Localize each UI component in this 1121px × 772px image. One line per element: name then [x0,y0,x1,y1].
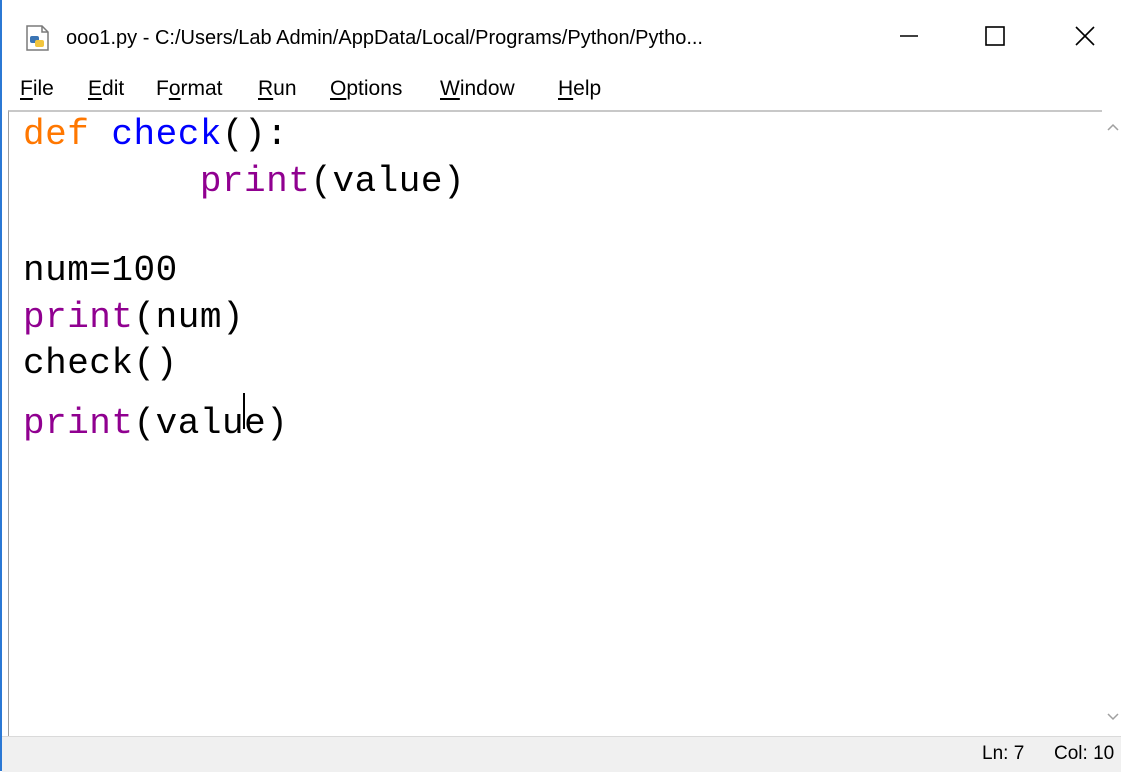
status-bar: Ln: 7 Col: 10 [2,736,1121,772]
code-line: def check(): [23,112,288,158]
menu-edit[interactable]: Edit [88,74,124,104]
close-icon [1075,26,1095,46]
code-token: check [111,114,222,155]
menu-run[interactable]: Run [258,74,297,104]
menu-options[interactable]: Options [330,74,402,104]
code-token: print [199,161,311,202]
code-token: (valu [133,403,245,444]
python-file-icon [26,25,49,51]
code-token: def [23,114,90,155]
scroll-up-arrow-icon[interactable] [1106,120,1120,134]
code-token: num=100 [23,250,178,291]
code-token: check() [23,343,178,384]
status-column: Col: 10 [1054,743,1115,764]
vertical-scrollbar[interactable] [1102,110,1121,736]
minimize-icon [900,35,918,37]
menu-file[interactable]: File [20,74,54,104]
code-token: (value) [310,161,466,202]
code-token: (num) [133,297,245,338]
menu-help[interactable]: Help [558,74,601,104]
code-line: print(value) [23,159,465,205]
minimize-button[interactable] [874,10,944,62]
menu-bar: File Edit Format Run Options Window Help [2,70,1121,108]
close-button[interactable] [1050,10,1120,62]
maximize-icon [985,26,1005,46]
code-line: print(num) [23,295,244,341]
code-token: print [23,403,134,444]
code-token: print [23,297,134,338]
code-token: (): [221,114,289,155]
idle-editor-window: ooo1.py - C:/Users/Lab Admin/AppData/Loc… [0,0,1121,772]
window-title: ooo1.py - C:/Users/Lab Admin/AppData/Loc… [66,27,703,49]
code-editor[interactable]: def check(): print(value) num=100 print(nu… [8,110,1103,736]
menu-format[interactable]: Format [156,74,223,104]
title-bar[interactable]: ooo1.py - C:/Users/Lab Admin/AppData/Loc… [2,0,1121,72]
code-line: check() [23,341,178,387]
maximize-button[interactable] [960,10,1030,62]
code-line: print(value) [23,387,288,444]
code-token: e) [244,403,289,444]
code-line: num=100 [23,248,178,294]
menu-window[interactable]: Window [440,74,515,104]
status-line: Ln: 7 [982,743,1025,764]
scroll-down-arrow-icon[interactable] [1106,710,1120,724]
